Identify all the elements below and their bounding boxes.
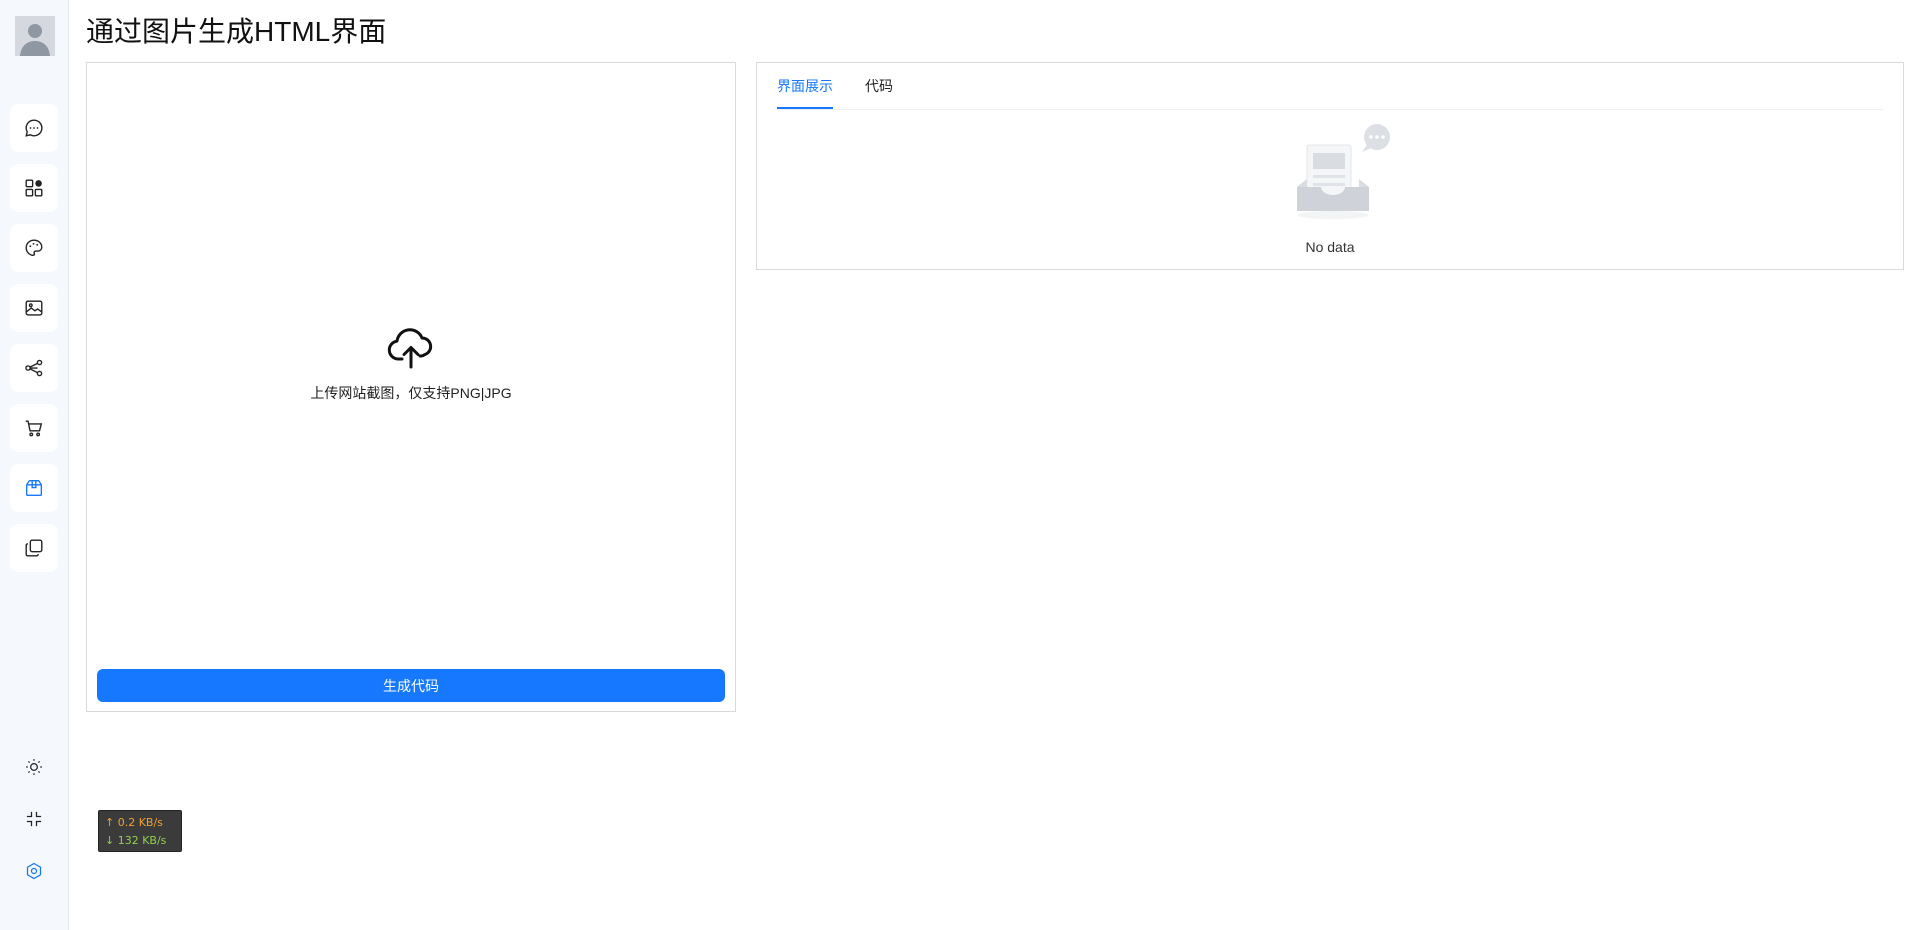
upload-speed: ↑ 0.2 KB/s	[105, 816, 163, 829]
generate-code-button[interactable]: 生成代码	[97, 669, 725, 702]
upload-hint: 上传网站截图，仅支持PNG|JPG	[310, 385, 512, 401]
tab-preview[interactable]: 界面展示	[777, 77, 833, 95]
settings-icon	[26, 862, 42, 880]
app-root: 通过图片生成HTML界面 上传网站截图，仅支持PNG|JPG 生成代码 界面展示…	[0, 0, 1920, 930]
collapse-button[interactable]	[22, 807, 46, 831]
sidebar-item-apps[interactable]	[10, 164, 58, 212]
page-title: 通过图片生成HTML界面	[86, 16, 387, 47]
empty-inbox-icon	[1297, 124, 1390, 219]
cart-icon	[25, 420, 43, 437]
share-icon	[25, 359, 43, 377]
sidebar-item-chat[interactable]	[10, 104, 58, 152]
sidebar-item-cart[interactable]	[10, 404, 58, 452]
palette-icon	[25, 239, 43, 257]
preview-tabs: 界面展示 代码	[777, 63, 1883, 110]
settings-button[interactable]	[22, 859, 46, 883]
upload-dropzone[interactable]: 上传网站截图，仅支持PNG|JPG	[87, 63, 735, 643]
sidebar-item-image[interactable]	[10, 284, 58, 332]
theme-toggle-button[interactable]	[22, 755, 46, 779]
copy-icon	[25, 539, 43, 557]
tab-ink-bar	[777, 107, 833, 109]
sidebar-item-palette[interactable]	[10, 224, 58, 272]
apps-icon	[25, 179, 43, 197]
sidebar-item-box[interactable]	[10, 464, 58, 512]
sidebar-item-copy[interactable]	[10, 524, 58, 572]
user-icon	[15, 16, 55, 56]
preview-panel: 界面展示 代码 No data	[756, 62, 1904, 270]
sidebar	[0, 0, 69, 930]
collapse-icon	[26, 811, 42, 827]
sidebar-item-share[interactable]	[10, 344, 58, 392]
sun-icon	[26, 759, 42, 775]
image-icon	[25, 300, 43, 316]
box-icon	[25, 479, 43, 497]
empty-state-text: No data	[1305, 239, 1355, 255]
avatar[interactable]	[15, 16, 55, 56]
cloud-upload-icon	[387, 328, 433, 369]
tab-code[interactable]: 代码	[865, 77, 893, 95]
chat-icon	[25, 119, 43, 137]
download-speed: ↓ 132 KB/s	[105, 834, 167, 847]
upload-panel: 上传网站截图，仅支持PNG|JPG 生成代码	[86, 62, 736, 712]
network-speed-widget[interactable]: ↑ 0.2 KB/s ↓ 132 KB/s	[98, 810, 182, 852]
